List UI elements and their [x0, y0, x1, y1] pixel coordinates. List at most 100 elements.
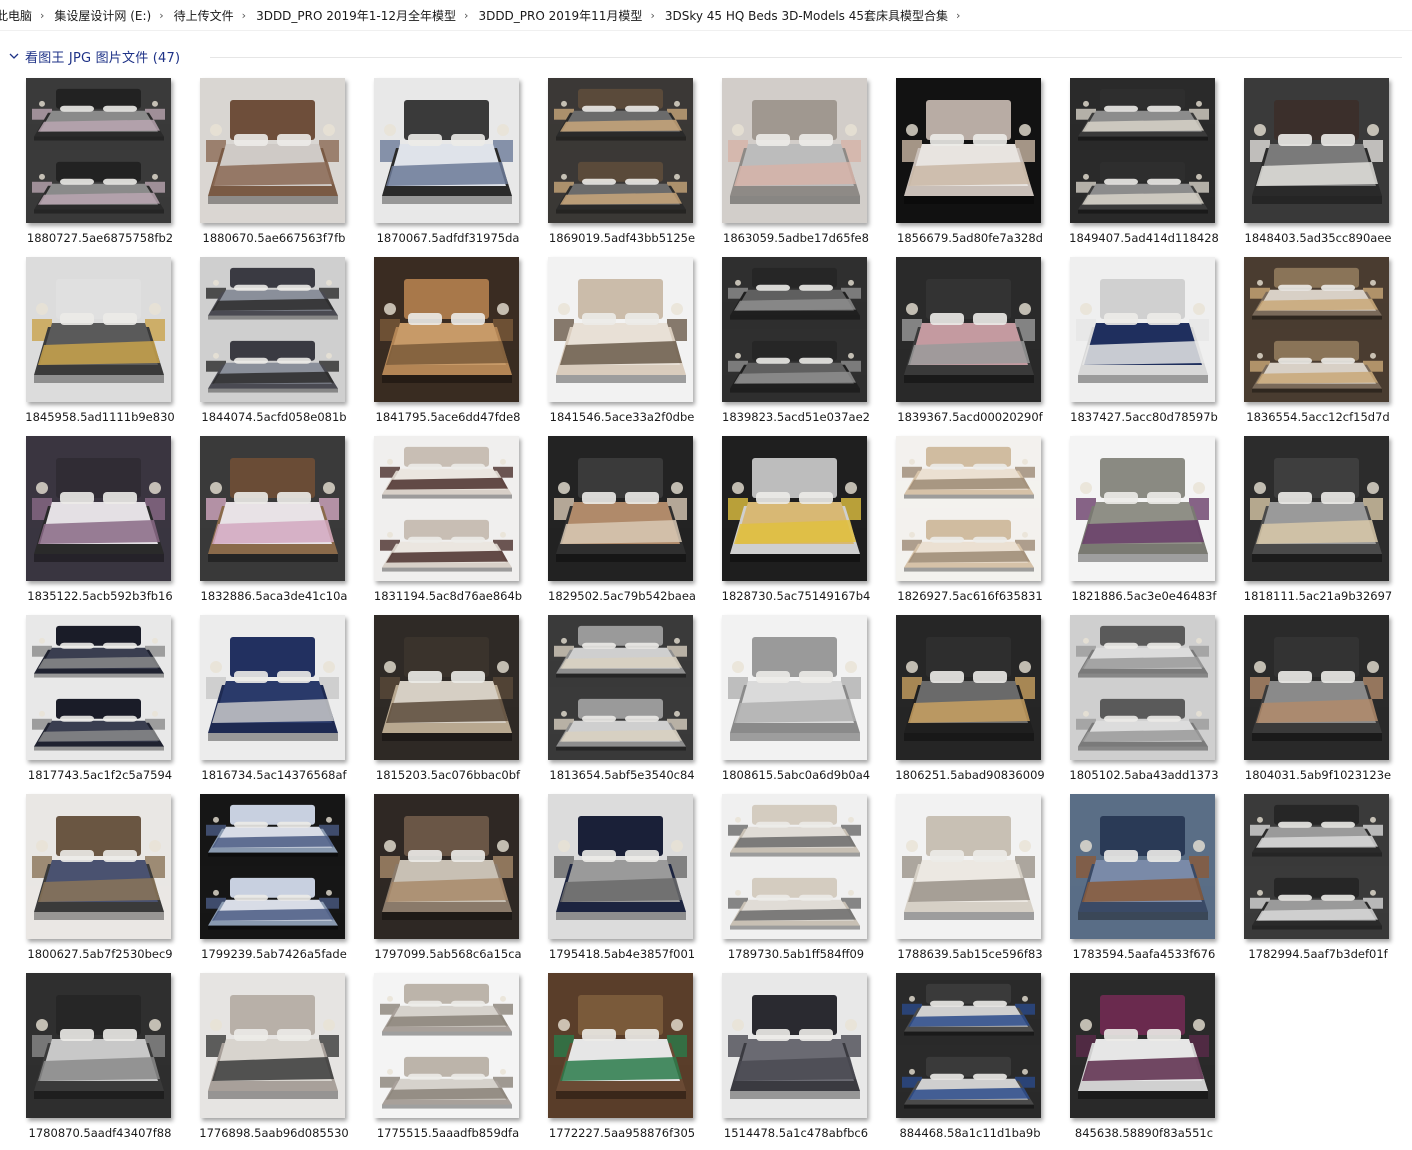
image-thumbnail[interactable] — [26, 794, 171, 939]
thumbnail-frame[interactable] — [374, 794, 522, 942]
thumbnail-frame[interactable] — [374, 436, 522, 584]
image-thumbnail[interactable] — [548, 615, 693, 760]
image-thumbnail[interactable] — [896, 615, 1041, 760]
thumbnail-frame[interactable] — [200, 794, 348, 942]
image-thumbnail[interactable] — [1244, 78, 1389, 223]
thumbnail-frame[interactable] — [548, 794, 696, 942]
file-item[interactable]: 1806251.5abad90836009 — [870, 615, 1045, 789]
image-thumbnail[interactable] — [722, 78, 867, 223]
image-thumbnail[interactable] — [722, 257, 867, 402]
image-thumbnail[interactable] — [26, 78, 171, 223]
image-thumbnail[interactable] — [1244, 794, 1389, 939]
image-thumbnail[interactable] — [26, 615, 171, 760]
image-thumbnail[interactable] — [200, 794, 345, 939]
image-thumbnail[interactable] — [896, 257, 1041, 402]
image-thumbnail[interactable] — [374, 973, 519, 1118]
thumbnail-frame[interactable] — [1244, 78, 1392, 226]
thumbnail-frame[interactable] — [1244, 436, 1392, 584]
thumbnail-frame[interactable] — [1244, 615, 1392, 763]
file-item[interactable]: 1821886.5ac3e0e46483f — [1044, 436, 1218, 610]
thumbnail-frame[interactable] — [722, 794, 870, 942]
file-item[interactable]: 1839823.5acd51e037ae2 — [696, 257, 870, 431]
thumbnail-frame[interactable] — [200, 436, 348, 584]
file-item[interactable]: 1788639.5ab15ce596f83 — [870, 794, 1044, 968]
thumbnail-frame[interactable] — [200, 257, 348, 405]
file-item[interactable]: 1804031.5ab9f1023123e — [1218, 615, 1392, 789]
thumbnail-frame[interactable] — [26, 78, 174, 226]
image-thumbnail[interactable] — [200, 257, 345, 402]
thumbnail-frame[interactable] — [548, 78, 696, 226]
file-item[interactable]: 1800627.5ab7f2530bec9 — [0, 794, 174, 968]
thumbnail-frame[interactable] — [200, 78, 348, 226]
file-item[interactable]: 1841546.5ace33a2f0dbe — [522, 257, 696, 431]
file-item[interactable]: 1845958.5ad1111b9e830 — [0, 257, 175, 431]
thumbnail-frame[interactable] — [896, 615, 1044, 763]
file-item[interactable]: 1869019.5adf43bb5125e — [522, 78, 696, 252]
thumbnail-frame[interactable] — [896, 436, 1044, 584]
thumbnail-frame[interactable] — [26, 436, 174, 584]
image-thumbnail[interactable] — [1070, 78, 1215, 223]
image-thumbnail[interactable] — [548, 436, 693, 581]
thumbnail-frame[interactable] — [722, 973, 870, 1121]
thumbnail-frame[interactable] — [1070, 973, 1218, 1121]
image-thumbnail[interactable] — [722, 615, 867, 760]
file-item[interactable]: 1841795.5ace6dd47fde8 — [348, 257, 522, 431]
file-item[interactable]: 1780870.5aadf43407f88 — [0, 973, 174, 1147]
thumbnail-frame[interactable] — [896, 78, 1044, 226]
image-thumbnail[interactable] — [722, 794, 867, 939]
image-thumbnail[interactable] — [26, 973, 171, 1118]
thumbnail-frame[interactable] — [26, 794, 174, 942]
thumbnail-frame[interactable] — [548, 615, 696, 763]
image-thumbnail[interactable] — [1070, 973, 1215, 1118]
image-thumbnail[interactable] — [1244, 257, 1389, 402]
file-item[interactable]: 1880670.5ae667563f7fb — [174, 78, 348, 252]
file-item[interactable]: 1815203.5ac076bbac0bf — [348, 615, 522, 789]
thumbnail-frame[interactable] — [1244, 257, 1392, 405]
image-thumbnail[interactable] — [1244, 615, 1389, 760]
thumbnail-frame[interactable] — [374, 257, 522, 405]
image-thumbnail[interactable] — [548, 794, 693, 939]
file-item[interactable]: 1782994.5aaf7b3def01f — [1218, 794, 1392, 968]
image-thumbnail[interactable] — [374, 615, 519, 760]
thumbnail-frame[interactable] — [374, 615, 522, 763]
thumbnail-frame[interactable] — [1070, 615, 1218, 763]
image-thumbnail[interactable] — [374, 436, 519, 581]
file-item[interactable]: 1772227.5aa958876f305 — [522, 973, 696, 1147]
image-thumbnail[interactable] — [1070, 615, 1215, 760]
file-item[interactable]: 1836554.5acc12cf15d7d — [1218, 257, 1392, 431]
file-item[interactable]: 884468.58a1c11d1ba9b — [870, 973, 1044, 1147]
file-item[interactable]: 1835122.5acb592b3fb16 — [0, 436, 174, 610]
file-item[interactable]: 1880727.5ae6875758fb2 — [0, 78, 174, 252]
image-thumbnail[interactable] — [200, 615, 345, 760]
thumbnail-frame[interactable] — [374, 973, 522, 1121]
file-item[interactable]: 1805102.5aba43add1373 — [1044, 615, 1219, 789]
image-thumbnail[interactable] — [374, 794, 519, 939]
image-thumbnail[interactable] — [548, 78, 693, 223]
file-item[interactable]: 1848403.5ad35cc890aee — [1218, 78, 1392, 252]
file-item[interactable]: 1844074.5acfd058e081b — [174, 257, 348, 431]
thumbnail-frame[interactable] — [722, 436, 870, 584]
file-item[interactable]: 1849407.5ad414d118428 — [1044, 78, 1219, 252]
file-item[interactable]: 1837427.5acc80d78597b — [1044, 257, 1218, 431]
file-item[interactable]: 1817743.5ac1f2c5a7594 — [0, 615, 174, 789]
file-item[interactable]: 1870067.5adfdf31975da — [348, 78, 522, 252]
file-item[interactable]: 1797099.5ab568c6a15ca — [348, 794, 522, 968]
image-thumbnail[interactable] — [548, 973, 693, 1118]
thumbnail-frame[interactable] — [896, 257, 1044, 405]
image-thumbnail[interactable] — [896, 794, 1041, 939]
file-item[interactable]: 1831194.5ac8d76ae864b — [348, 436, 522, 610]
thumbnail-frame[interactable] — [548, 257, 696, 405]
image-thumbnail[interactable] — [1070, 436, 1215, 581]
file-item[interactable]: 1789730.5ab1ff584ff09 — [696, 794, 870, 968]
image-thumbnail[interactable] — [26, 257, 171, 402]
file-item[interactable]: 1816734.5ac14376568af — [174, 615, 348, 789]
thumbnail-frame[interactable] — [26, 257, 174, 405]
thumbnail-frame[interactable] — [1070, 78, 1218, 226]
thumbnail-frame[interactable] — [722, 615, 870, 763]
thumbnail-frame[interactable] — [896, 973, 1044, 1121]
file-item[interactable]: 1828730.5ac75149167b4 — [696, 436, 870, 610]
file-item[interactable]: 1795418.5ab4e3857f001 — [522, 794, 696, 968]
image-thumbnail[interactable] — [722, 973, 867, 1118]
image-thumbnail[interactable] — [896, 973, 1041, 1118]
thumbnail-frame[interactable] — [1070, 257, 1218, 405]
